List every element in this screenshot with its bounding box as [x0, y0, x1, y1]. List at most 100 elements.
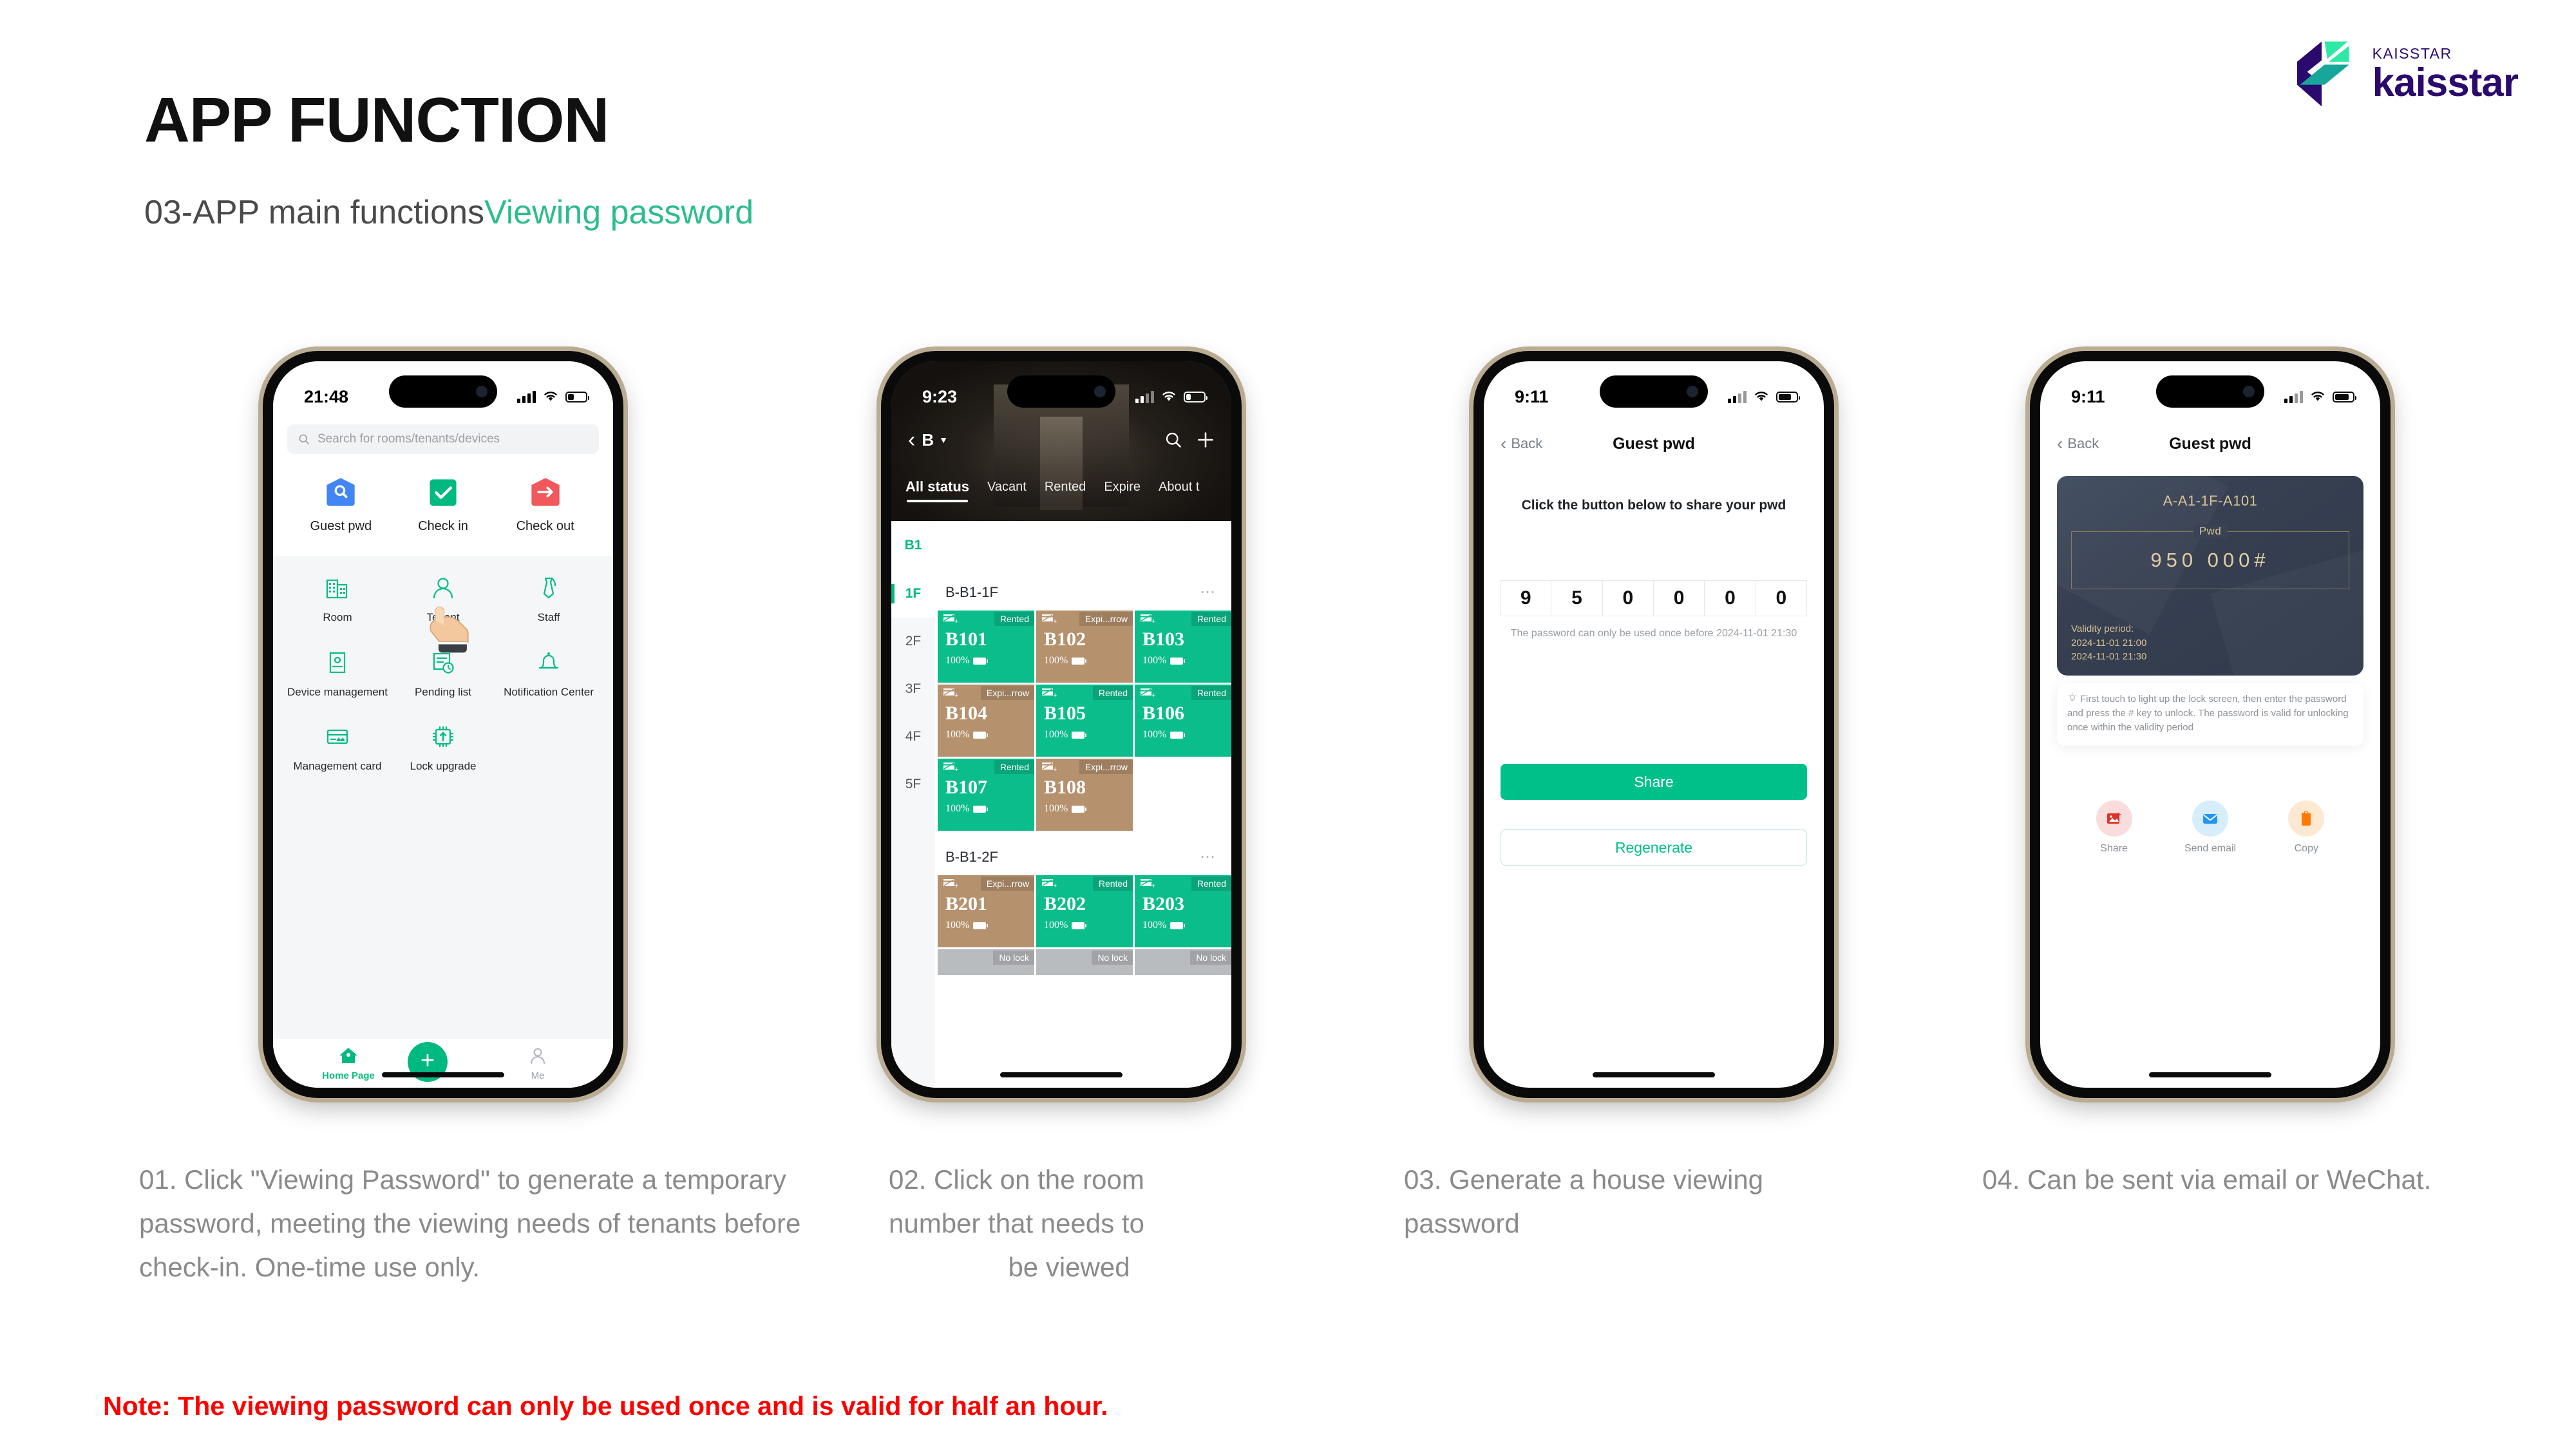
room-tile[interactable]: + Expi...rrow B102 100%	[1036, 611, 1133, 683]
room-tile-top: + Rented	[1135, 611, 1231, 627]
floor-item-3f[interactable]: 3F	[891, 665, 935, 713]
tab-about[interactable]: About t	[1159, 480, 1199, 495]
floor-item-4f[interactable]: 4F	[891, 713, 935, 761]
grid-item-pending-list[interactable]: Pending list	[390, 649, 496, 699]
grid-item-notification-center[interactable]: Notification Center	[496, 649, 601, 699]
tab-me[interactable]: Me	[502, 1045, 573, 1081]
phone-4-screen: 9:11 ‹ Back Guest pwd A-A1-1F-A101 Pwd 9…	[2040, 361, 2380, 1088]
tab-expire[interactable]: Expire	[1104, 480, 1141, 495]
svg-text:+: +	[1151, 692, 1155, 699]
tab-rented[interactable]: Rented	[1045, 480, 1086, 495]
room-battery: 100%	[945, 729, 1034, 741]
password-share-card: A-A1-1F-A101 Pwd 950 000# Validity perio…	[2057, 476, 2363, 676]
action-send-email[interactable]: Send email	[2175, 800, 2246, 855]
more-options-icon[interactable]: ⋯	[1200, 583, 1217, 601]
mail-icon	[2202, 814, 2217, 824]
room-list-navbar: ‹ B ▼	[891, 421, 1231, 459]
room-tile[interactable]: + Expi...rrow B108 100%	[1036, 759, 1133, 831]
more-options-icon[interactable]: ⋯	[1200, 848, 1217, 866]
grid-item-tenant[interactable]: Tenant	[390, 574, 496, 624]
search-icon[interactable]	[1164, 431, 1182, 449]
action-share[interactable]: Share	[2079, 800, 2150, 855]
section-header-1f: B-B1-1F ⋯	[935, 570, 1231, 611]
room-tile[interactable]: + Expi...rrow B201 100%	[938, 875, 1034, 947]
grid-item-device-management[interactable]: Device management	[285, 649, 390, 699]
home-page-body: 21:48 Search for rooms/tenants/devices G…	[273, 361, 613, 1088]
battery-icon	[973, 657, 989, 665]
tab-home-page[interactable]: Home Page	[313, 1045, 384, 1081]
action-copy[interactable]: Copy	[2271, 800, 2342, 855]
tab-all-status[interactable]: All status	[905, 478, 969, 502]
password-digit[interactable]: 0	[1653, 580, 1705, 616]
unlock-instructions: First touch to light up the lock screen,…	[2057, 683, 2363, 746]
home-indicator	[1000, 1072, 1122, 1077]
phone-2-room-list: 9:23 ‹ B ▼ All status Vacant Rented Expi…	[881, 351, 1242, 1098]
regenerate-button[interactable]: Regenerate	[1501, 829, 1807, 866]
battery-icon	[1072, 922, 1087, 929]
grid-item-lock-upgrade[interactable]: Lock upgrade	[390, 723, 496, 773]
password-digit[interactable]: 0	[1602, 580, 1654, 616]
room-tile-partial[interactable]: No lock	[1135, 949, 1231, 975]
room-number: B108	[1044, 777, 1086, 798]
house-search-icon	[327, 478, 355, 506]
chevron-down-icon[interactable]: ▼	[939, 435, 948, 445]
room-tile[interactable]: + Rented B105 100%	[1036, 685, 1133, 757]
image-share-icon	[2096, 800, 2132, 837]
password-digit[interactable]: 5	[1551, 580, 1603, 616]
room-tile[interactable]: + Rented B103 100%	[1135, 611, 1231, 683]
signal-bars-icon	[2284, 390, 2303, 403]
grid-item-management-card[interactable]: Management card	[285, 723, 390, 773]
room-number: B202	[1044, 893, 1086, 914]
grid-item-label: Device management	[287, 685, 388, 698]
room-tile-partial[interactable]: No lock	[1036, 949, 1133, 975]
action-label: Send email	[2184, 843, 2236, 854]
floor-group-b1[interactable]: B1	[891, 521, 935, 570]
status-time: 9:11	[1515, 386, 1549, 406]
room-status-badge: Rented	[1191, 876, 1231, 891]
search-input[interactable]: Search for rooms/tenants/devices	[287, 424, 599, 454]
password-digit[interactable]: 0	[1755, 580, 1807, 616]
grid-item-staff[interactable]: Staff	[496, 574, 601, 624]
card-icon	[327, 729, 348, 744]
password-digit[interactable]: 0	[1704, 580, 1756, 616]
password-expiry-note: The password can only be used once befor…	[1510, 628, 1797, 639]
back-chevron-icon[interactable]: ‹	[908, 429, 915, 451]
room-tile[interactable]: + Rented B106 100%	[1135, 685, 1231, 757]
room-tile-partial[interactable]: No lock	[938, 949, 1034, 975]
section-header-2f: B-B1-2F ⋯	[935, 831, 1231, 875]
floor-item-2f[interactable]: 2F	[891, 618, 935, 665]
room-grid-empty-cell	[1135, 759, 1231, 831]
battery-icon	[1072, 657, 1087, 665]
grid-item-room[interactable]: Room	[285, 574, 390, 624]
tab-vacant[interactable]: Vacant	[987, 480, 1027, 495]
plus-icon[interactable]	[1197, 431, 1215, 449]
quick-action-guest-pwd[interactable]: Guest pwd	[299, 476, 383, 534]
room-tile[interactable]: + Rented B107 100%	[938, 759, 1034, 831]
room-tile[interactable]: + Rented B203 100%	[1135, 875, 1231, 947]
quick-action-check-out[interactable]: Check out	[504, 476, 587, 534]
tie-icon	[543, 577, 556, 599]
room-tile[interactable]: + Expi...rrow B104 100%	[938, 685, 1034, 757]
password-digit[interactable]: 9	[1500, 580, 1552, 616]
quick-action-check-in[interactable]: Check in	[401, 476, 485, 534]
floor-item-1f[interactable]: 1F	[891, 570, 935, 618]
grid-item-label: Room	[323, 611, 352, 623]
room-tile[interactable]: + Rented B202 100%	[1036, 875, 1133, 947]
svg-text:+: +	[1053, 692, 1057, 699]
room-number: B102	[1044, 629, 1086, 650]
floor-item-5f[interactable]: 5F	[891, 761, 935, 808]
room-tile[interactable]: + Rented B101 100%	[938, 611, 1034, 683]
room-number: B105	[1044, 703, 1086, 724]
room-battery: 100%	[945, 655, 1034, 667]
phone-2-screen: 9:23 ‹ B ▼ All status Vacant Rented Expi…	[891, 361, 1231, 1088]
share-button[interactable]: Share	[1501, 764, 1807, 800]
house-arrow-icon	[531, 478, 560, 506]
room-battery-percent: 100%	[1142, 655, 1167, 666]
tab-add-button[interactable]: +	[408, 1042, 478, 1084]
phone-3-screen: 9:11 ‹ Back Guest pwd Click the button b…	[1484, 361, 1824, 1088]
building-selector-label[interactable]: B	[922, 430, 934, 450]
grid-item-label: Management card	[293, 760, 382, 773]
password-digit-group: 9 5 0 0 0 0	[1500, 580, 1807, 616]
section-title: B-B1-2F	[945, 848, 998, 865]
svg-text:+: +	[954, 618, 958, 625]
